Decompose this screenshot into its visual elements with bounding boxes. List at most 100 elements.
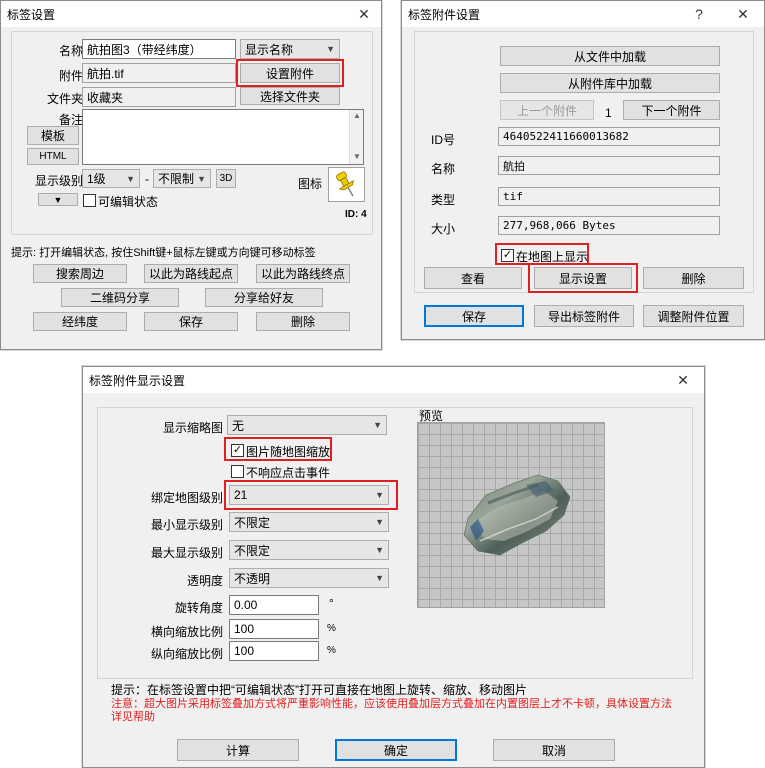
note-scrollbar[interactable]: ▲ ▼	[349, 110, 363, 164]
ok-button[interactable]: 确定	[335, 739, 457, 761]
display-name-select[interactable]: 显示名称 ▼	[240, 39, 340, 59]
icon-label: 图标	[298, 177, 323, 191]
attachment-settings-dialog: 标签附件设置 ? ✕ 从文件中加载 从附件库中加载 上一个附件 1 下一个附件 …	[401, 0, 765, 340]
load-from-file-button[interactable]: 从文件中加载	[500, 46, 720, 66]
attach-label: 附件	[59, 69, 84, 83]
highlight-show-on-map	[495, 243, 589, 265]
max-level-label: 最大显示级别	[150, 546, 223, 560]
name-input[interactable]: 航拍图3（带经纬度）	[82, 39, 236, 59]
level-value: 1级	[87, 172, 106, 186]
name-label: 名称	[431, 162, 456, 176]
delete-button[interactable]: 删除	[643, 267, 744, 289]
latlon-button[interactable]: 经纬度	[33, 312, 127, 331]
calc-button[interactable]: 计算	[177, 739, 299, 761]
tag-settings-dialog: 标签设置 ✕ 名称 航拍图3（带经纬度） 显示名称 ▼ 附件 航拍.tif 设置…	[0, 0, 382, 350]
thumb-value: 无	[232, 418, 245, 433]
size-label: 大小	[431, 222, 456, 236]
level-dash: -	[145, 172, 149, 186]
help-icon[interactable]: ?	[686, 1, 712, 27]
editable-label: 可编辑状态	[98, 195, 159, 209]
warning-text-line2: 详见帮助	[111, 711, 155, 723]
export-attachment-button[interactable]: 导出标签附件	[534, 305, 634, 327]
level-label: 显示级别	[35, 174, 84, 188]
opacity-select[interactable]: 不透明 ▼	[229, 568, 389, 588]
dialog-title: 标签设置	[7, 7, 56, 22]
level-select[interactable]: 1级 ▼	[82, 169, 140, 188]
thumb-select[interactable]: 无 ▼	[227, 415, 387, 435]
dialog-title: 标签附件设置	[408, 7, 481, 22]
max-level-value: 不限制	[158, 172, 195, 186]
save-button[interactable]: 保存	[144, 312, 238, 331]
editable-checkbox[interactable]	[83, 194, 96, 207]
type-field: tif	[498, 187, 720, 206]
hscale-label: 横向缩放比例	[150, 625, 223, 639]
chevron-down-icon: ▼	[53, 194, 63, 205]
warning-text-line1: 注意：超大图片采用标签叠加方式将严重影响性能，应该使用叠加层方式叠加在内置图层上…	[111, 698, 672, 710]
template-button[interactable]: 模板	[27, 126, 79, 145]
next-attachment-button[interactable]: 下一个附件	[623, 100, 720, 120]
search-around-button[interactable]: 搜索周边	[33, 264, 127, 283]
highlight-set-attachment	[236, 59, 344, 87]
scroll-up-icon[interactable]: ▲	[353, 111, 361, 120]
note-textarea[interactable]	[82, 109, 364, 165]
max-level-select[interactable]: 不限定 ▼	[229, 540, 389, 560]
route-start-button[interactable]: 以此为路线起点	[144, 264, 238, 283]
folder-label: 文件夹	[47, 92, 84, 106]
select-folder-button[interactable]: 选择文件夹	[240, 87, 340, 105]
min-level-select[interactable]: 不限定 ▼	[229, 512, 389, 532]
scroll-down-icon[interactable]: ▼	[353, 152, 361, 161]
thumb-label: 显示缩略图	[162, 421, 223, 435]
hscale-input[interactable]: 100	[229, 619, 319, 639]
folder-field: 收藏夹	[82, 87, 236, 107]
route-end-button[interactable]: 以此为路线终点	[256, 264, 350, 283]
chevron-down-icon: ▼	[326, 44, 335, 54]
expand-toggle[interactable]: ▼	[38, 193, 78, 206]
chevron-down-icon: ▼	[375, 573, 384, 583]
no-click-checkbox[interactable]	[231, 465, 244, 478]
display-settings-dialog: 标签附件显示设置 ✕ 显示缩略图 无 ▼ ✓ 图片随地图缩放 不响应点击事件 绑…	[82, 366, 705, 768]
delete-button[interactable]: 删除	[256, 312, 350, 331]
no-click-label: 不响应点击事件	[246, 466, 331, 480]
rotate-input[interactable]: 0.00	[229, 595, 319, 615]
rotate-unit: °	[329, 596, 334, 610]
share-friend-button[interactable]: 分享给好友	[205, 288, 323, 307]
chevron-down-icon: ▼	[197, 173, 206, 184]
cancel-button[interactable]: 取消	[493, 739, 615, 761]
chevron-down-icon: ▼	[126, 173, 135, 184]
size-field: 277,968,066 Bytes	[498, 216, 720, 235]
3d-button[interactable]: 3D	[216, 169, 236, 188]
view-button[interactable]: 查看	[424, 267, 522, 289]
min-level-value: 不限定	[234, 515, 271, 530]
hint-text: 提示: 打开编辑状态, 按住Shift键+鼠标左键或方向键可移动标签	[11, 247, 316, 259]
vscale-input[interactable]: 100	[229, 641, 319, 661]
tag-settings-titlebar: 标签设置 ✕	[1, 1, 381, 27]
close-icon[interactable]: ✕	[730, 1, 756, 27]
vscale-unit: %	[327, 645, 336, 656]
qr-share-button[interactable]: 二维码分享	[61, 288, 179, 307]
min-level-label: 最小显示级别	[150, 518, 223, 532]
close-icon[interactable]: ✕	[351, 1, 377, 27]
save-button[interactable]: 保存	[424, 305, 524, 327]
pushpin-icon	[336, 171, 355, 197]
prev-attachment-button[interactable]: 上一个附件	[500, 100, 594, 120]
bind-level-label: 绑定地图级别	[150, 491, 223, 505]
name-field: 航拍	[498, 156, 720, 175]
id-label: ID号	[431, 133, 456, 147]
load-from-library-button[interactable]: 从附件库中加载	[500, 73, 720, 93]
chevron-down-icon: ▼	[375, 545, 384, 555]
display-titlebar: 标签附件显示设置 ✕	[83, 367, 704, 393]
highlight-display-settings	[528, 263, 638, 293]
adjust-position-button[interactable]: 调整附件位置	[643, 305, 744, 327]
id-text: ID: 4	[345, 209, 367, 220]
id-field: 4640522411660013682	[498, 127, 720, 146]
html-button[interactable]: HTML	[27, 148, 79, 165]
highlight-scale-with-map	[224, 437, 332, 461]
type-label: 类型	[431, 193, 456, 207]
hscale-unit: %	[327, 623, 336, 634]
opacity-label: 透明度	[186, 574, 223, 588]
icon-picker[interactable]	[328, 167, 365, 202]
chevron-down-icon: ▼	[375, 517, 384, 527]
page-number: 1	[605, 106, 612, 120]
max-level-select[interactable]: 不限制 ▼	[153, 169, 211, 188]
close-icon[interactable]: ✕	[670, 367, 696, 393]
